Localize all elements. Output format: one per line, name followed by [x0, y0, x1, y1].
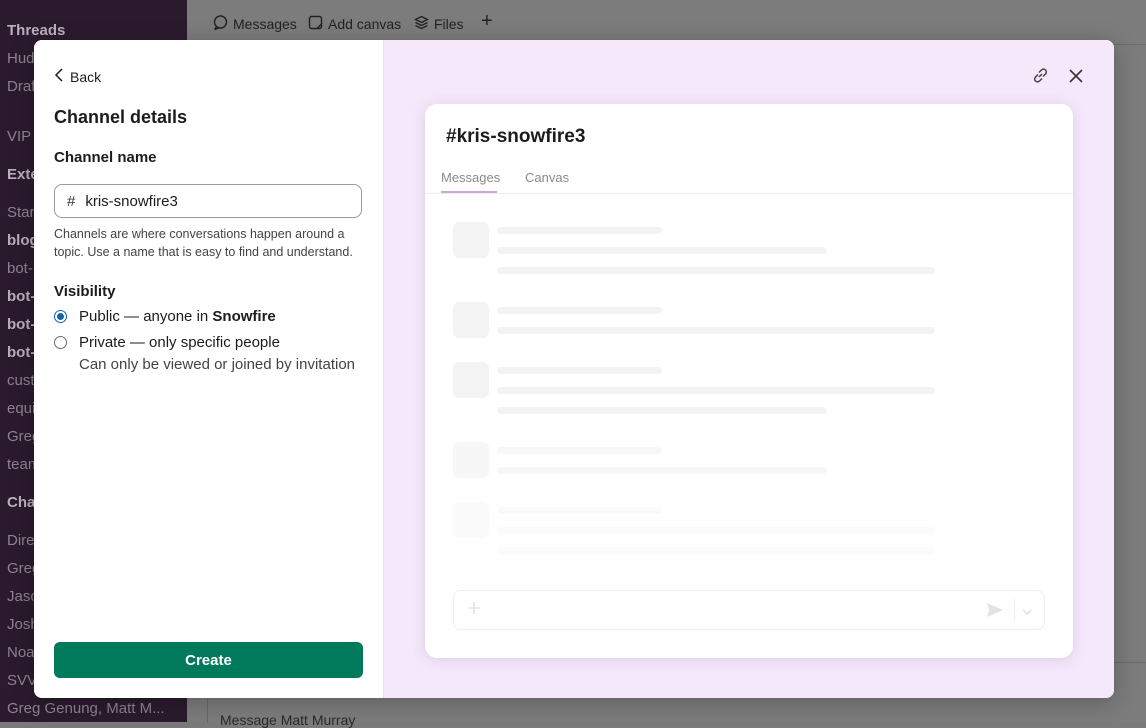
private-option-label: Private — only specific people	[79, 334, 280, 351]
preview-tab-messages: Messages	[441, 170, 501, 185]
plus-icon	[466, 600, 482, 621]
public-option[interactable]: Public — anyone in Snowfire	[54, 308, 276, 325]
sidebar-item: VIP	[7, 128, 32, 145]
channel-name-label: Channel name	[54, 149, 157, 166]
link-icon	[1031, 66, 1050, 90]
sidebar-item: bot-	[7, 260, 33, 277]
sidebar-item: bot-	[7, 316, 36, 333]
skeleton-line	[497, 227, 662, 234]
back-label: Back	[70, 68, 102, 85]
channel-preview-card: #kris-snowfire3 Messages Canvas	[425, 104, 1073, 658]
skeleton-line	[497, 507, 662, 514]
skeleton-line	[497, 247, 827, 254]
sidebar-item: Dire	[7, 532, 35, 549]
channel-preview-panel: #kris-snowfire3 Messages Canvas	[384, 40, 1114, 698]
skeleton-line	[497, 367, 662, 374]
send-icon	[986, 601, 1004, 624]
skeleton-line	[497, 447, 662, 454]
channel-header-tabs: Messages Add canvas Files +	[187, 0, 1146, 45]
tab-files[interactable]: Files	[414, 15, 464, 33]
private-option-description: Can only be viewed or joined by invitati…	[79, 356, 355, 373]
tab-messages[interactable]: Messages	[213, 15, 297, 33]
back-button[interactable]: Back	[54, 68, 101, 85]
panel-title: Channel details	[54, 107, 188, 127]
channel-name-input[interactable]	[85, 192, 326, 210]
skeleton-line	[497, 267, 935, 274]
skeleton-avatar	[453, 222, 489, 258]
chevron-left-icon	[54, 68, 64, 85]
close-button[interactable]	[1065, 67, 1087, 89]
preview-channel-title: #kris-snowfire3	[446, 126, 586, 147]
tab-add-canvas-label: Add canvas	[328, 16, 402, 32]
sidebar-item: equi	[7, 400, 36, 417]
public-option-label: Public — anyone in Snowfire	[79, 308, 276, 325]
skeleton-line	[497, 327, 935, 334]
create-channel-modal: Back Channel details Channel name # Chan…	[34, 40, 1114, 698]
sidebar-item: SVV	[7, 672, 38, 689]
visibility-label: Visibility	[54, 283, 116, 300]
plus-icon: +	[481, 10, 493, 32]
channel-name-field[interactable]: #	[54, 184, 362, 218]
tab-add-canvas[interactable]: Add canvas	[308, 15, 401, 33]
tab-messages-label: Messages	[233, 16, 297, 32]
tab-divider	[425, 193, 1073, 194]
private-radio[interactable]	[54, 336, 67, 349]
skeleton-avatar	[453, 362, 489, 398]
hash-icon: #	[67, 192, 76, 210]
composer-separator	[1014, 599, 1015, 621]
tab-files-label: Files	[434, 16, 464, 32]
chevron-down-icon	[1022, 604, 1032, 622]
composer-placeholder: Message Matt Murray	[220, 712, 356, 728]
sidebar-item: bot-	[7, 344, 36, 361]
sidebar-item: Star	[7, 204, 35, 221]
skeleton-line	[497, 467, 827, 474]
sidebar-item: Noa	[7, 644, 35, 661]
public-radio[interactable]	[54, 310, 67, 323]
channel-details-panel: Back Channel details Channel name # Chan…	[34, 40, 384, 698]
create-button[interactable]: Create	[54, 642, 363, 678]
sidebar-item: Greg Genung, Matt M...	[7, 700, 165, 717]
skeleton-line	[497, 407, 827, 414]
close-icon	[1068, 68, 1084, 89]
channel-name-help: Channels are where conversations happen …	[54, 227, 353, 259]
sidebar-item: Cha	[7, 494, 36, 511]
skeleton-line	[497, 307, 662, 314]
sidebar-item: Hud	[7, 50, 35, 67]
skeleton-line	[497, 527, 935, 534]
private-option[interactable]: Private — only specific people	[54, 334, 280, 351]
skeleton-avatar	[453, 302, 489, 338]
sidebar-item: Draf	[7, 78, 36, 95]
preview-tab-canvas: Canvas	[525, 170, 570, 185]
canvas-icon	[308, 15, 323, 33]
copy-link-button[interactable]	[1029, 67, 1051, 89]
sidebar-item: cust	[7, 372, 35, 389]
message-icon	[213, 15, 228, 33]
add-tab-button[interactable]: +	[481, 10, 493, 33]
skeleton-avatar	[453, 502, 489, 538]
sidebar-item: bot-	[7, 288, 36, 305]
sidebar-item: Threads	[7, 22, 66, 39]
preview-composer	[453, 590, 1045, 630]
skeleton-line	[497, 547, 935, 554]
skeleton-avatar	[453, 442, 489, 478]
public-option-text: Public — anyone in	[79, 308, 213, 325]
workspace-name: Snowfire	[212, 308, 276, 325]
skeleton-line	[497, 387, 935, 394]
files-icon	[414, 15, 429, 33]
